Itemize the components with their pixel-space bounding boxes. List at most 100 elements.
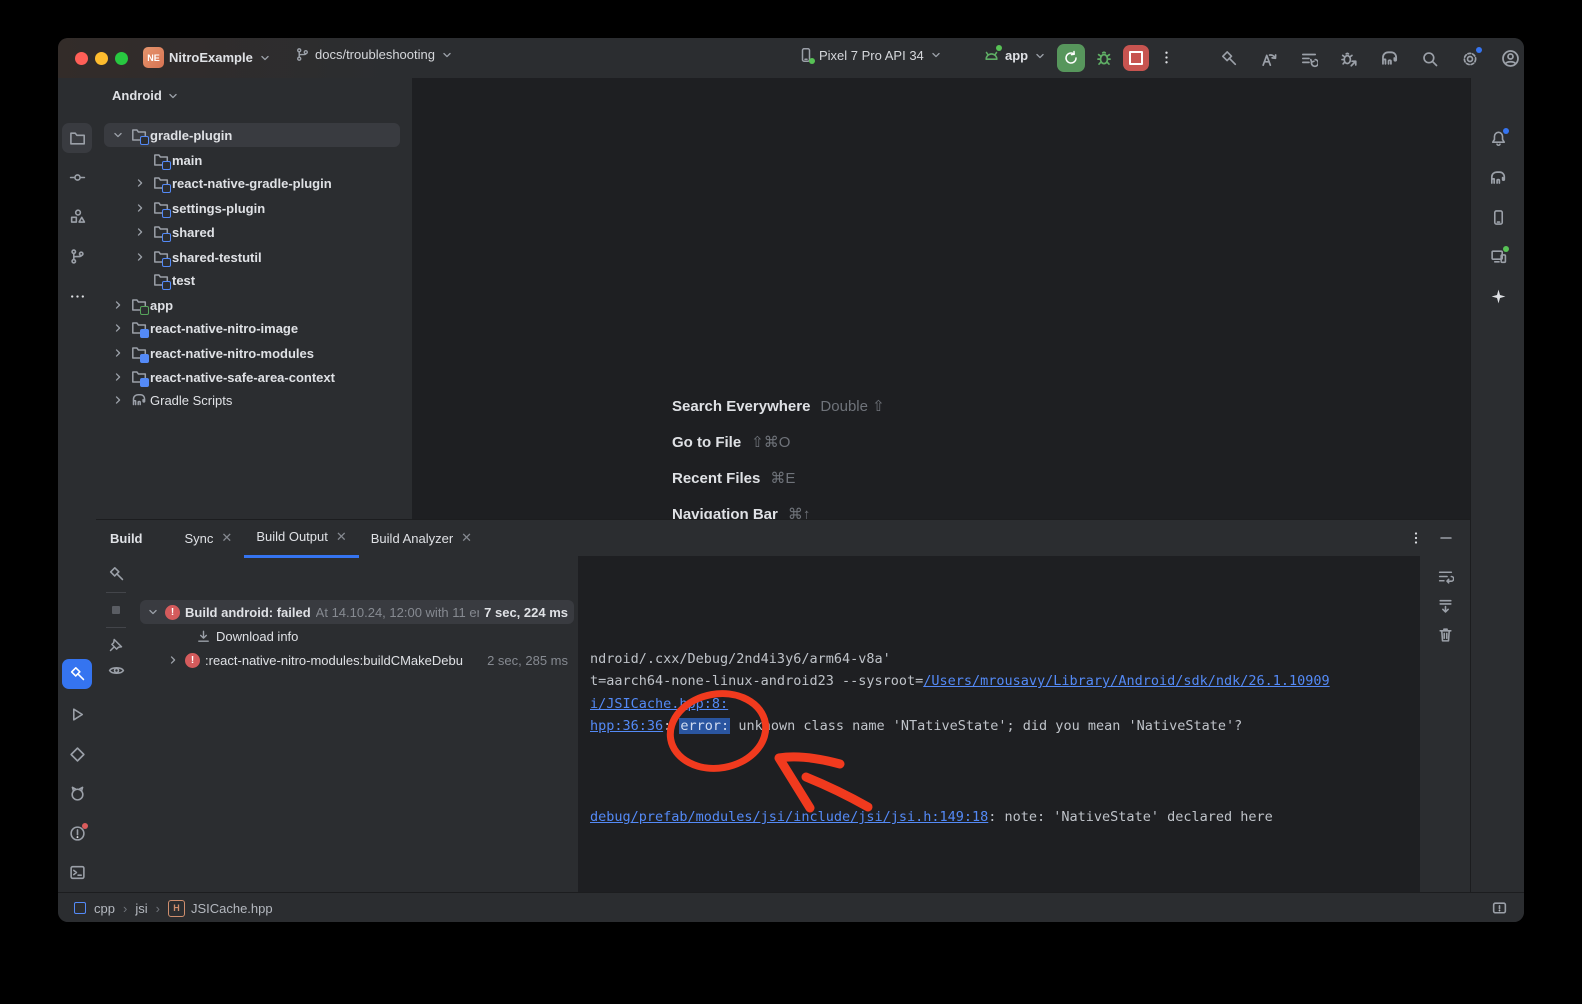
file-link[interactable]: i/JSICache.hpp:8:: [590, 696, 728, 712]
chevron-right-icon: [111, 298, 125, 312]
tool-commit[interactable]: [62, 162, 92, 192]
error-keyword-highlight: error:: [679, 718, 730, 734]
tree-item-settings-plugin[interactable]: settings-plugin: [104, 196, 400, 220]
tree-item-app[interactable]: app: [104, 293, 400, 317]
chevron-down-icon: [440, 48, 454, 62]
tool-terminal[interactable]: [62, 857, 92, 887]
breadcrumb-cpp[interactable]: cpp: [94, 901, 115, 916]
tool-notifications[interactable]: [1483, 123, 1513, 153]
run-options-menu[interactable]: [1158, 49, 1175, 66]
minimize-panel-icon[interactable]: [1438, 530, 1454, 546]
close-icon[interactable]: ✕: [336, 529, 347, 545]
apply-code-changes-bug-icon[interactable]: [1340, 50, 1358, 68]
tree-item-react-native-nitro-modules[interactable]: react-native-nitro-modules: [104, 341, 400, 365]
build-hammer-icon: [69, 666, 86, 683]
build-output-console[interactable]: ndroid/.cxx/Debug/2nd4i3y6/arm64-v8a' t=…: [578, 556, 1420, 893]
file-link[interactable]: debug/prefab/modules/jsi/include/jsi/jsi…: [590, 809, 988, 825]
build-root-node[interactable]: ! Build android: failed At 14.10.24, 12:…: [140, 600, 574, 624]
scroll-to-end-icon[interactable]: [1437, 597, 1454, 614]
clear-all-trash-icon[interactable]: [1437, 626, 1454, 643]
close-icon[interactable]: ✕: [461, 530, 472, 546]
chevron-right-icon: [133, 225, 147, 239]
rerun-button[interactable]: [1057, 44, 1085, 72]
module-folder-icon: [128, 127, 150, 143]
tree-item-test[interactable]: test: [104, 268, 400, 292]
restart-build-hammer-icon[interactable]: [108, 566, 125, 583]
file-link[interactable]: hpp:36:36: [590, 718, 663, 734]
status-bar: cpp › jsi › H JSICache.hpp: [58, 892, 1524, 922]
close-window-button[interactable]: [75, 52, 88, 65]
tool-problems[interactable]: [62, 818, 92, 848]
logcat-cat-icon: [69, 785, 86, 802]
tool-more[interactable]: [62, 281, 92, 311]
build-hammer-icon[interactable]: [1220, 50, 1238, 68]
search-icon[interactable]: [1421, 50, 1439, 68]
tab-build-analyzer[interactable]: Build Analyzer✕: [359, 520, 484, 556]
tool-running-devices[interactable]: [1483, 241, 1513, 271]
console-line: t=aarch64-none-linux-android23 --sysroot…: [590, 670, 1330, 692]
filter-eye-icon[interactable]: [108, 662, 125, 679]
project-view-label: Android: [112, 88, 162, 103]
tool-vcs[interactable]: [62, 241, 92, 271]
chevron-right-icon: [133, 250, 147, 264]
build-node-download-info[interactable]: Download info: [140, 624, 574, 648]
tool-resource-manager[interactable]: [62, 201, 92, 231]
pin-icon[interactable]: [108, 637, 124, 653]
tool-gemini[interactable]: [1483, 281, 1513, 311]
sync-list-icon[interactable]: [1300, 50, 1318, 68]
project-selector[interactable]: NE NitroExample: [143, 47, 272, 68]
run-config-selector[interactable]: app: [983, 47, 1047, 64]
minimize-window-button[interactable]: [95, 52, 108, 65]
device-selector[interactable]: Pixel 7 Pro API 34: [798, 47, 943, 63]
file-link[interactable]: /Users/mrousavy/Library/Android/sdk/ndk/…: [923, 673, 1329, 689]
branch-selector[interactable]: docs/troubleshooting: [295, 47, 454, 62]
tool-gradle[interactable]: [1483, 163, 1513, 193]
tree-item-main[interactable]: main: [104, 148, 400, 172]
build-tree: ! Build android: failed At 14.10.24, 12:…: [136, 556, 578, 893]
module-icon: [74, 902, 86, 914]
kebab-menu-icon: [1158, 49, 1175, 66]
tree-item-shared[interactable]: shared: [104, 220, 400, 244]
apply-changes-icon[interactable]: [1260, 50, 1278, 68]
zoom-window-button[interactable]: [115, 52, 128, 65]
tool-project[interactable]: [62, 123, 92, 153]
tab-sync[interactable]: Sync✕: [173, 520, 245, 556]
breadcrumb-jsi[interactable]: jsi: [135, 901, 147, 916]
tool-device-manager[interactable]: [1483, 202, 1513, 232]
tree-item-react-native-safe-area-context[interactable]: react-native-safe-area-context: [104, 365, 400, 389]
tab-build-output[interactable]: Build Output✕: [244, 519, 358, 558]
tree-item-react-native-gradle-plugin[interactable]: react-native-gradle-plugin: [104, 171, 400, 195]
close-icon[interactable]: ✕: [221, 530, 232, 546]
stop-icon: [1129, 51, 1143, 65]
event-log-icon[interactable]: [1491, 900, 1508, 917]
stop-build-icon[interactable]: [108, 602, 124, 618]
breadcrumb-file[interactable]: JSICache.hpp: [191, 901, 273, 916]
tool-run[interactable]: [62, 699, 92, 729]
chevron-right-icon: ›: [123, 901, 127, 916]
chevron-down-icon: [146, 605, 160, 619]
tool-logcat[interactable]: [62, 778, 92, 808]
shapes-icon: [69, 208, 86, 225]
tree-item-gradle-scripts[interactable]: Gradle Scripts: [104, 388, 400, 412]
settings-gear-icon[interactable]: [1461, 50, 1479, 68]
stop-button[interactable]: [1123, 45, 1149, 71]
chevron-down-icon: [929, 48, 943, 62]
build-node-cmake-task[interactable]: ! :react-native-nitro-modules:buildCMake…: [140, 648, 574, 672]
chevron-right-icon: [111, 346, 125, 360]
tool-app-quality-insights[interactable]: [62, 739, 92, 769]
tree-item-shared-testutil[interactable]: shared-testutil: [104, 245, 400, 269]
tree-item-react-native-nitro-image[interactable]: react-native-nitro-image: [104, 316, 400, 340]
diamond-icon: [69, 746, 86, 763]
panel-options-kebab-icon[interactable]: [1408, 530, 1424, 546]
tree-item-gradle-plugin[interactable]: gradle-plugin: [104, 123, 400, 147]
gradle-sync-elephant-icon[interactable]: [1380, 49, 1399, 68]
profile-icon[interactable]: [1501, 49, 1520, 68]
tool-build[interactable]: [62, 659, 92, 689]
vcs-branch-icon: [69, 248, 86, 265]
project-view-selector[interactable]: Android: [112, 88, 180, 103]
debug-button[interactable]: [1095, 49, 1113, 67]
header-file-icon: H: [168, 900, 185, 917]
console-line: i/JSICache.hpp:8:: [590, 693, 728, 715]
soft-wrap-icon[interactable]: [1437, 568, 1454, 585]
project-badge: NE: [143, 47, 164, 68]
